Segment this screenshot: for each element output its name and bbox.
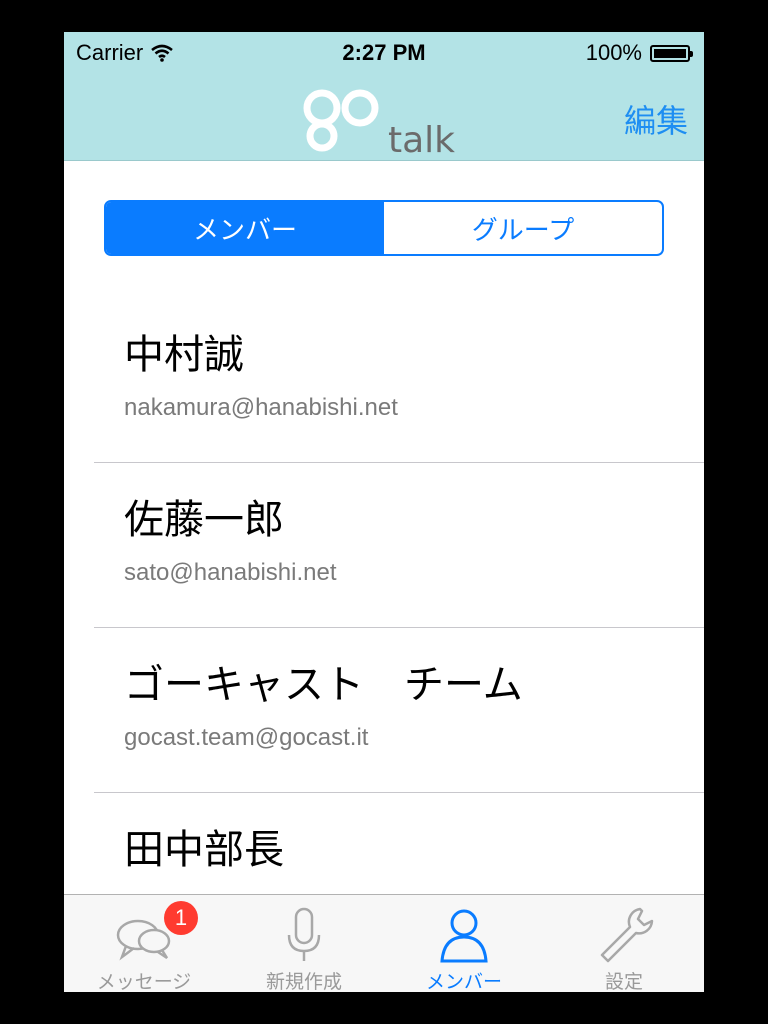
logo-text: talk: [388, 120, 455, 160]
member-name: 中村誠: [124, 332, 244, 378]
member-email: nakamura@hanabishi.net: [124, 394, 398, 421]
member-name: ゴーキャスト チーム: [124, 662, 523, 708]
battery-percent: 100%: [585, 40, 642, 65]
tab-bar: 1 メッセージ 新規作成 メンバー 設定: [64, 894, 704, 992]
list-item[interactable]: 中村誠 nakamura@hanabishi.net: [94, 298, 704, 463]
navigation-bar: talk 編集: [64, 72, 704, 161]
list-item[interactable]: ゴーキャスト チーム gocast.team@gocast.it: [94, 628, 704, 793]
wrench-icon: [600, 907, 654, 963]
member-email: sato@hanabishi.net: [124, 559, 337, 586]
battery-icon: [650, 44, 693, 62]
person-icon: [440, 909, 488, 963]
tab-label: 新規作成: [265, 971, 342, 992]
tab-members[interactable]: メンバー: [384, 895, 544, 992]
tab-messages[interactable]: 1 メッセージ: [64, 895, 224, 992]
tab-label: メンバー: [425, 971, 502, 992]
list-item[interactable]: 佐藤一郎 sato@hanabishi.net: [94, 463, 704, 628]
member-list: 中村誠 nakamura@hanabishi.net 佐藤一郎 sato@han…: [64, 298, 704, 958]
segment-groups[interactable]: グループ: [384, 202, 662, 254]
segmented-control: メンバー グループ: [104, 200, 664, 256]
segment-members[interactable]: メンバー: [106, 202, 384, 254]
microphone-icon: [287, 907, 321, 961]
tab-settings[interactable]: 設定: [544, 895, 704, 992]
app-screen: Carrier 2:27 PM 100% talk 編集 メンバー グループ 中…: [64, 32, 704, 992]
member-name: 佐藤一郎: [124, 497, 284, 543]
status-right: 100%: [585, 40, 693, 66]
member-email: gocast.team@gocast.it: [124, 724, 369, 751]
unread-badge: 1: [164, 901, 198, 935]
gotalk-logo: talk: [303, 89, 455, 160]
tab-label: 設定: [604, 971, 643, 992]
tab-compose[interactable]: 新規作成: [224, 895, 384, 992]
tab-label: メッセージ: [96, 971, 192, 992]
edit-button[interactable]: 編集: [624, 96, 688, 142]
status-bar: Carrier 2:27 PM 100%: [64, 32, 704, 72]
member-name: 田中部長: [124, 827, 284, 873]
